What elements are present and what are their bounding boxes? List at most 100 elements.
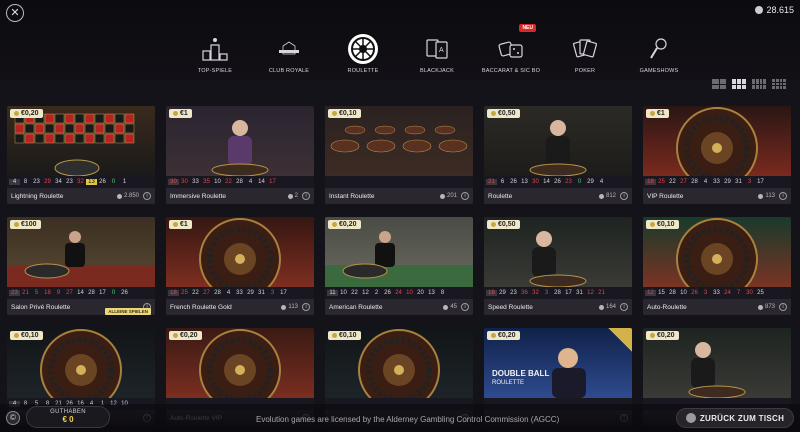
recent-results: 30 30 33 35 10 22 28 4 14 17 xyxy=(166,176,314,188)
view-toggles xyxy=(712,79,786,89)
grid-view-icon[interactable] xyxy=(752,79,766,89)
info-icon[interactable]: i xyxy=(461,303,469,311)
result-number: 32 xyxy=(77,179,84,185)
grid-large-view-icon[interactable] xyxy=(772,79,786,89)
min-bet-value: €0,20 xyxy=(180,332,198,339)
chip-icon xyxy=(332,222,337,227)
category-roulette[interactable]: ROULETTE xyxy=(326,26,400,74)
info-icon[interactable]: i xyxy=(620,192,628,200)
recent-results: 11 10 22 12 2 26 24 10 20 13 8 xyxy=(325,287,473,299)
result-number: 4 xyxy=(226,290,231,296)
min-bet-badge: €0,20 xyxy=(10,109,43,118)
player-count-value: 164 xyxy=(605,304,616,310)
game-tile[interactable]: €0,20 4 8 23 29 34 23 32 13 26 0 1 Lightning Roulett… xyxy=(7,106,155,204)
game-name: French Roulette Gold xyxy=(170,303,232,311)
play-alone-badge[interactable]: ALLEINE SPIELEN xyxy=(105,308,151,315)
result-number: 26 xyxy=(384,290,391,296)
result-number: 18 xyxy=(645,179,656,185)
result-number: 0 xyxy=(111,290,116,296)
close-button[interactable]: ✕ xyxy=(6,4,24,22)
info-icon[interactable]: i xyxy=(779,192,787,200)
category-top-spiele[interactable]: TOP-SPIELE xyxy=(178,26,252,74)
tile-footer: VIP Roulette 113 i xyxy=(643,188,791,204)
player-count: 113 xyxy=(758,193,775,199)
podium-icon xyxy=(202,38,228,61)
result-number: 10 xyxy=(680,290,687,296)
list-3-view-icon[interactable] xyxy=(732,79,746,89)
cards-icon: A xyxy=(426,39,448,59)
game-tile[interactable]: €1 30 30 33 35 10 22 28 4 14 17 Immersive Roulette 2… xyxy=(166,106,314,204)
result-number: 28 xyxy=(691,179,698,185)
result-number: 15 xyxy=(658,290,665,296)
result-number: 10 xyxy=(340,290,347,296)
result-number: 28 xyxy=(88,290,95,296)
player-count: 2 xyxy=(287,193,298,199)
info-icon[interactable]: i xyxy=(143,192,151,200)
balance-pill[interactable]: GUTHABEN € 0 xyxy=(26,406,110,428)
back-to-table-button[interactable]: ZURÜCK ZUM TISCH xyxy=(676,408,794,428)
info-icon[interactable]: i xyxy=(620,303,628,311)
game-grid: €0,20 4 8 23 29 34 23 32 13 26 0 1 Lightning Roulett… xyxy=(7,106,794,426)
min-bet-badge: €0,20 xyxy=(169,331,202,340)
player-count-value: 201 xyxy=(446,193,457,199)
chip-icon xyxy=(491,222,496,227)
game-tile[interactable]: €1 18 25 22 27 28 4 33 29 31 3 17 French Roulette Go… xyxy=(166,217,314,315)
result-number: 22 xyxy=(225,179,232,185)
result-number: 29 xyxy=(499,290,506,296)
game-tile[interactable]: €0,20 11 10 22 12 2 26 24 10 20 13 8 American Roulet… xyxy=(325,217,473,315)
chip-icon xyxy=(650,111,655,116)
category-gameshows[interactable]: GAMESHOWS xyxy=(622,26,696,74)
result-number: 23 xyxy=(66,179,73,185)
min-bet-value: €100 xyxy=(21,221,37,228)
chip-icon xyxy=(650,222,655,227)
game-tile[interactable]: €0,50 16 29 23 36 32 3 28 17 31 12 21 Speed Roulette… xyxy=(484,217,632,315)
category-poker[interactable]: POKER xyxy=(548,26,622,74)
info-icon[interactable]: i xyxy=(779,303,787,311)
category-label: BACCARAT & SIC BO xyxy=(481,68,541,74)
game-tile[interactable]: €0,10 Instant Roulette 201 i xyxy=(325,106,473,204)
game-tile[interactable]: €0,10 12 15 28 10 26 3 33 24 7 30 25 Auto-Roulette 87… xyxy=(643,217,791,315)
result-number: 33 xyxy=(192,179,199,185)
min-bet-badge: €1 xyxy=(169,220,192,229)
min-bet-value: €0,10 xyxy=(21,332,39,339)
info-icon[interactable]: i xyxy=(302,192,310,200)
category-baccarat-sicbo[interactable]: NEU BACCARAT & SIC BO xyxy=(474,24,548,74)
microphone-icon xyxy=(650,38,667,59)
game-tile[interactable]: €100 23 21 5 18 9 27 14 28 17 0 26 Salon Privé Roule… xyxy=(7,217,155,315)
table-icon xyxy=(685,413,696,423)
info-icon[interactable]: i xyxy=(461,192,469,200)
category-label: TOP-SPIELE xyxy=(197,68,233,74)
club-royale-crest-icon xyxy=(279,41,299,55)
balance-amount: € 0 xyxy=(62,415,74,424)
result-number: 29 xyxy=(587,179,594,185)
min-bet-value: €1 xyxy=(657,110,665,117)
category-blackjack[interactable]: A BLACKJACK xyxy=(400,26,474,74)
tile-footer: Instant Roulette 201 i xyxy=(325,188,473,204)
result-number: 13 xyxy=(428,290,435,296)
result-number: 7 xyxy=(736,290,741,296)
category-club-royale[interactable]: CLUB ROYALE xyxy=(252,26,326,74)
list-2-view-icon[interactable] xyxy=(712,79,726,89)
result-number: 30 xyxy=(181,179,188,185)
result-number: 3 xyxy=(544,290,549,296)
svg-text:ROULETTE: ROULETTE xyxy=(492,380,524,386)
player-icon xyxy=(281,304,287,310)
result-number: 13 xyxy=(521,179,528,185)
result-number: 14 xyxy=(258,179,265,185)
info-icon[interactable]: i xyxy=(302,303,310,311)
min-bet-badge: €1 xyxy=(169,109,192,118)
game-tile[interactable]: €1 18 25 22 27 28 4 33 29 31 3 17 VIP Roulette 113 i xyxy=(643,106,791,204)
result-number: 26 xyxy=(510,179,517,185)
chip-icon xyxy=(14,333,19,338)
result-number: 4 xyxy=(9,179,20,185)
player-count: 2.850 xyxy=(116,193,139,199)
chip-icon xyxy=(173,111,178,116)
result-number: 31 xyxy=(258,290,265,296)
result-number: 13 xyxy=(86,179,97,185)
game-tile[interactable]: €0,50 21 6 26 13 30 14 26 23 0 29 4 Roulette 812 i xyxy=(484,106,632,204)
result-number: 17 xyxy=(280,290,287,296)
player-count: 201 xyxy=(439,193,457,199)
chip-icon xyxy=(332,111,337,116)
recent-results: 23 21 5 18 9 27 14 28 17 0 26 xyxy=(7,287,155,299)
copyright-icon[interactable]: © xyxy=(6,411,20,425)
